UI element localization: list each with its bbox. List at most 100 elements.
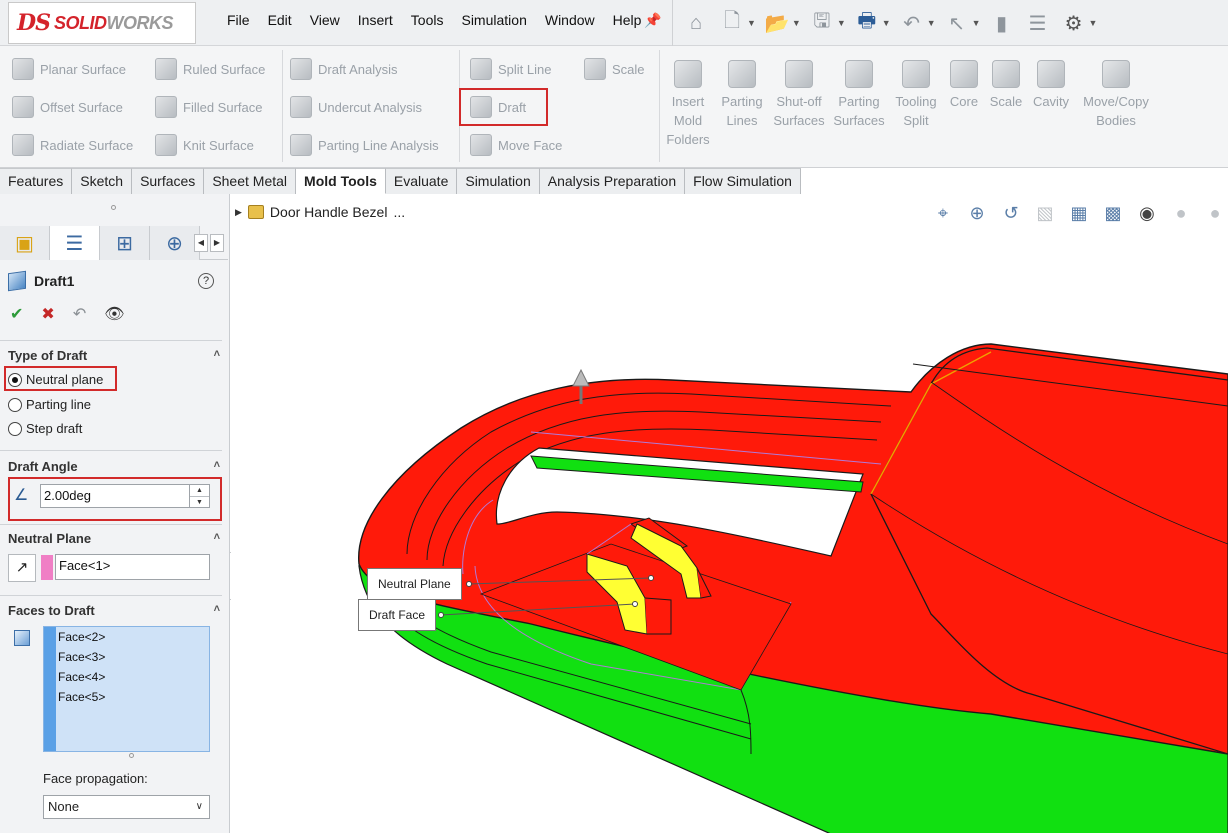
- save-icon[interactable]: 🖫: [807, 8, 837, 38]
- tab-evaluate[interactable]: Evaluate: [385, 168, 458, 194]
- property-manager-tab[interactable]: ☰: [50, 226, 100, 260]
- section-view-icon[interactable]: ▧: [1032, 200, 1058, 226]
- tab-mold-tools[interactable]: Mold Tools: [296, 168, 386, 194]
- split-line-button[interactable]: Split Line: [470, 58, 551, 80]
- select-pointer-icon[interactable]: ↖: [942, 8, 972, 38]
- graphics-viewport[interactable]: ▶ Door Handle Bezel ... ⌖ ⊕ ↺ ▧ ▦ ▩ ◉ ● …: [231, 194, 1228, 833]
- cancel-x-icon[interactable]: ✖: [41, 304, 54, 324]
- menu-window[interactable]: Window: [536, 12, 604, 28]
- open-folder-icon[interactable]: 📂: [762, 8, 792, 38]
- file-properties-icon[interactable]: ☰: [1023, 8, 1053, 38]
- zoom-to-area-icon[interactable]: ⊕: [964, 200, 990, 226]
- apply-scene-icon[interactable]: ●: [1202, 200, 1228, 226]
- radio-neutral-plane[interactable]: Neutral plane: [8, 372, 103, 387]
- home-icon[interactable]: ⌂: [681, 8, 711, 38]
- spin-up-icon[interactable]: ▲: [190, 485, 209, 496]
- menu-tools[interactable]: Tools: [402, 12, 453, 28]
- new-document-icon[interactable]: 🗋: [717, 8, 747, 38]
- faces-to-draft-header[interactable]: Faces to Draft ˄: [8, 603, 222, 618]
- cavity-button[interactable]: Cavity: [1022, 60, 1080, 111]
- shut-off-surfaces-button[interactable]: Shut-off Surfaces: [770, 60, 828, 130]
- list-resize-handle[interactable]: [129, 753, 134, 758]
- callout-neutral-plane[interactable]: Neutral Plane: [367, 568, 462, 600]
- menu-file[interactable]: File: [218, 12, 259, 28]
- print-dropdown-chevron-icon[interactable]: ▼: [882, 18, 891, 28]
- print-icon[interactable]: 🖶: [852, 8, 882, 38]
- tab-surfaces[interactable]: Surfaces: [132, 168, 205, 194]
- collapse-chevron-icon[interactable]: ˄: [214, 531, 220, 543]
- move-copy-bodies-button[interactable]: Move/Copy Bodies: [1078, 60, 1154, 130]
- direction-arrow-icon[interactable]: ↗: [8, 554, 36, 582]
- parting-surfaces-button[interactable]: Parting Surfaces: [830, 60, 888, 130]
- filled-surface-button[interactable]: Filled Surface: [155, 96, 262, 118]
- feature-manager-tab[interactable]: ▣: [0, 226, 50, 260]
- options-dropdown-chevron-icon[interactable]: ▼: [1089, 18, 1098, 28]
- radiate-surface-button[interactable]: Radiate Surface: [12, 134, 133, 156]
- collapse-chevron-icon[interactable]: ˄: [214, 348, 220, 360]
- undercut-analysis-button[interactable]: Undercut Analysis: [290, 96, 422, 118]
- breadcrumb-part-name[interactable]: Door Handle Bezel: [270, 204, 388, 220]
- face-propagation-select[interactable]: None ∨: [43, 795, 210, 819]
- dimxpert-manager-tab[interactable]: ⊕: [150, 226, 200, 260]
- undo-dropdown-chevron-icon[interactable]: ▼: [927, 18, 936, 28]
- ruled-surface-button[interactable]: Ruled Surface: [155, 58, 265, 80]
- menu-view[interactable]: View: [301, 12, 349, 28]
- tab-sketch[interactable]: Sketch: [72, 168, 133, 194]
- new-dropdown-chevron-icon[interactable]: ▼: [747, 18, 756, 28]
- previous-view-icon[interactable]: ↺: [998, 200, 1024, 226]
- angle-spinner[interactable]: ▲ ▼: [189, 485, 209, 507]
- list-item[interactable]: Face<5>: [58, 687, 209, 707]
- hide-show-items-icon[interactable]: ◉: [1134, 200, 1160, 226]
- tab-sheet-metal[interactable]: Sheet Metal: [204, 168, 297, 194]
- display-style-icon[interactable]: ▩: [1100, 200, 1126, 226]
- parting-line-analysis-button[interactable]: Parting Line Analysis: [290, 134, 439, 156]
- solidworks-logo[interactable]: DS SOLIDWORKS: [8, 2, 196, 44]
- radio-step-draft[interactable]: Step draft: [8, 421, 82, 436]
- spin-down-icon[interactable]: ▼: [190, 496, 209, 507]
- select-dropdown-chevron-icon[interactable]: ▼: [972, 18, 981, 28]
- faces-to-draft-list[interactable]: Face<2> Face<3> Face<4> Face<5>: [43, 626, 210, 752]
- options-gear-icon[interactable]: ⚙: [1059, 8, 1089, 38]
- collapse-chevron-icon[interactable]: ˄: [214, 459, 220, 471]
- edit-appearance-icon[interactable]: ●: [1168, 200, 1194, 226]
- menu-insert[interactable]: Insert: [349, 12, 402, 28]
- view-orientation-icon[interactable]: ▦: [1066, 200, 1092, 226]
- knit-surface-button[interactable]: Knit Surface: [155, 134, 254, 156]
- parting-lines-button[interactable]: Parting Lines: [713, 60, 771, 130]
- tab-analysis-preparation[interactable]: Analysis Preparation: [539, 168, 686, 194]
- preview-eye-icon[interactable]: 👁: [104, 304, 124, 324]
- undo-icon[interactable]: ↶: [73, 304, 86, 324]
- neutral-plane-field[interactable]: Face<1>: [55, 554, 210, 580]
- offset-surface-button[interactable]: Offset Surface: [12, 96, 123, 118]
- callout-draft-face[interactable]: Draft Face: [358, 599, 437, 631]
- tab-scroll-left-icon[interactable]: ◀: [194, 234, 208, 252]
- list-item[interactable]: Face<4>: [58, 667, 209, 687]
- neutral-plane-header[interactable]: Neutral Plane ˄: [8, 531, 222, 546]
- draft-analysis-button[interactable]: Draft Analysis: [290, 58, 397, 80]
- tab-flow-simulation[interactable]: Flow Simulation: [685, 168, 801, 194]
- list-item[interactable]: Face<3>: [58, 647, 209, 667]
- tab-features[interactable]: Features: [0, 168, 73, 194]
- collapse-chevron-icon[interactable]: ˄: [214, 603, 220, 615]
- tab-scroll-right-icon[interactable]: ▶: [210, 234, 224, 252]
- open-dropdown-chevron-icon[interactable]: ▼: [792, 18, 801, 28]
- save-dropdown-chevron-icon[interactable]: ▼: [837, 18, 846, 28]
- radio-parting-line[interactable]: Parting line: [8, 397, 91, 412]
- draft-angle-header[interactable]: Draft Angle ˄: [8, 459, 222, 474]
- panel-resize-handle[interactable]: [111, 205, 116, 210]
- expand-arrow-icon[interactable]: ▶: [235, 207, 242, 218]
- undo-icon[interactable]: ↶: [897, 8, 927, 38]
- scale-button[interactable]: Scale: [584, 58, 645, 80]
- insert-mold-folders-button[interactable]: Insert Mold Folders: [659, 60, 717, 149]
- tab-simulation[interactable]: Simulation: [457, 168, 540, 194]
- breadcrumb-more[interactable]: ...: [393, 204, 405, 220]
- pin-menu-icon[interactable]: 📌: [644, 12, 661, 29]
- list-item[interactable]: Face<2>: [58, 627, 209, 647]
- help-icon[interactable]: ?: [198, 273, 214, 289]
- type-of-draft-header[interactable]: Type of Draft ˄: [8, 348, 222, 363]
- rebuild-icon[interactable]: ▮: [987, 8, 1017, 38]
- planar-surface-button[interactable]: Planar Surface: [12, 58, 126, 80]
- move-face-button[interactable]: Move Face: [470, 134, 562, 156]
- 3d-model-view[interactable]: [231, 194, 1228, 833]
- menu-edit[interactable]: Edit: [259, 12, 301, 28]
